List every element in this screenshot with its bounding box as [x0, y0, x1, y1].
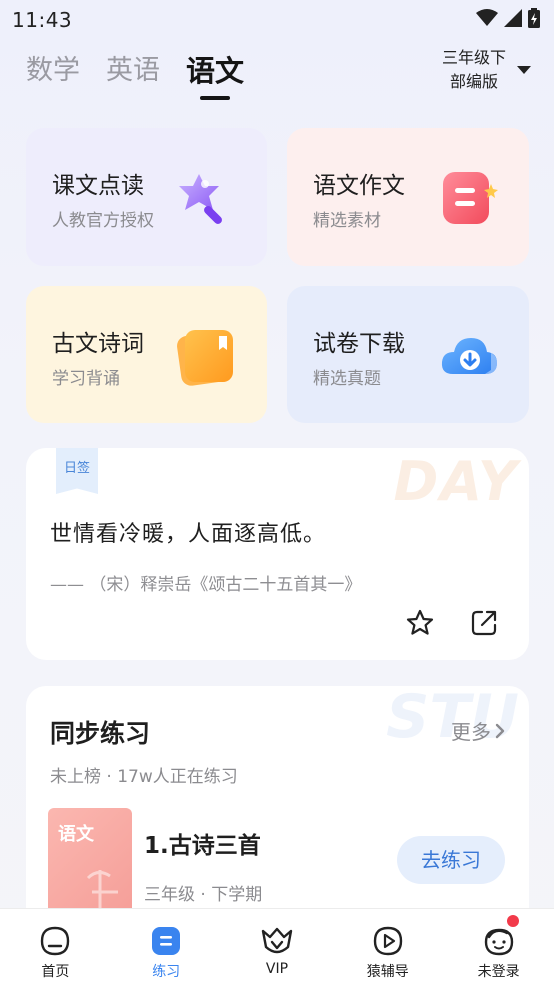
star-icon[interactable]	[405, 608, 435, 638]
status-bar: 11:43	[0, 0, 554, 40]
nav-practice[interactable]: 练习	[111, 909, 222, 984]
dropdown-caret-icon	[517, 66, 531, 74]
card-title: 古文诗词	[52, 331, 144, 357]
book-decoration-icon	[86, 870, 118, 916]
start-practice-button[interactable]: 去练习	[397, 836, 505, 884]
battery-icon	[528, 8, 540, 28]
book-cover[interactable]: 语文	[48, 808, 132, 918]
nav-profile[interactable]: 未登录	[443, 909, 554, 984]
card-composition[interactable]: 语文作文 精选素材	[287, 128, 529, 266]
magic-wand-icon	[179, 174, 222, 224]
card-classical-poetry[interactable]: 古文诗词 学习背诵	[26, 286, 267, 423]
grade-label: 三年级下 部编版	[442, 46, 506, 94]
nav-label: VIP	[265, 961, 289, 977]
watermark-day: DAY	[393, 450, 519, 513]
notification-badge	[507, 915, 520, 927]
play-icon	[373, 926, 402, 956]
signal-icon	[504, 9, 522, 27]
card-exam-download[interactable]: 试卷下载 精选真题	[287, 286, 529, 423]
card-title: 语文作文	[313, 173, 405, 199]
chevron-right-icon	[495, 723, 505, 738]
more-label: 更多	[451, 720, 491, 744]
more-link[interactable]: 更多	[451, 716, 505, 745]
home-icon	[41, 926, 70, 956]
section-title: 同步练习	[50, 719, 151, 748]
practice-icon	[152, 927, 181, 955]
vip-icon	[261, 927, 293, 954]
nav-tutoring[interactable]: 猿辅导	[332, 909, 443, 984]
card-subtitle: 精选素材	[313, 211, 381, 231]
sync-practice-card: STU 同步练习 更多 未上榜 · 17w人正在练习 语文 1.古诗三首 三年级…	[26, 686, 529, 946]
nav-label: 首页	[41, 964, 70, 980]
book-icon	[177, 330, 233, 386]
practice-stats: 未上榜 · 17w人正在练习	[50, 767, 238, 787]
edition-line: 部编版	[449, 72, 498, 91]
share-icon[interactable]	[469, 608, 499, 638]
quote-actions	[405, 608, 499, 638]
status-time: 11:43	[12, 8, 73, 32]
subject-tabs: 数学 英语 语文	[26, 54, 244, 100]
cloud-download-icon	[441, 338, 497, 374]
lesson-title[interactable]: 1.古诗三首	[144, 826, 261, 860]
bottom-nav: 首页 练习 VIP 猿辅导 未登录	[0, 908, 554, 984]
card-text-reading[interactable]: 课文点读 人教官方授权	[26, 128, 267, 266]
essay-icon	[443, 172, 498, 224]
card-title: 试卷下载	[313, 331, 405, 357]
daily-quote-card: DAY 日签 世情看冷暖，人面逐高低。 —— （宋）释崇岳《颂古二十五首其一》	[26, 448, 529, 660]
quote-source: —— （宋）释崇岳《颂古二十五首其一》	[50, 575, 362, 595]
wifi-icon	[476, 9, 498, 26]
daily-tag: 日签	[56, 448, 98, 494]
status-icons	[476, 8, 540, 28]
card-subtitle: 精选真题	[313, 369, 381, 389]
nav-label: 未登录	[477, 964, 520, 980]
lesson-meta: 三年级 · 下学期	[144, 885, 263, 905]
grade-selector[interactable]: 三年级下 部编版	[442, 46, 532, 94]
nav-label: 猿辅导	[366, 964, 409, 980]
quote-text: 世情看冷暖，人面逐高低。	[50, 522, 327, 547]
card-subtitle: 人教官方授权	[52, 211, 154, 231]
card-subtitle: 学习背诵	[52, 369, 120, 389]
nav-vip[interactable]: VIP	[222, 909, 333, 984]
tab-math[interactable]: 数学	[26, 54, 80, 88]
tab-english[interactable]: 英语	[106, 54, 160, 88]
card-title: 课文点读	[52, 173, 144, 199]
tab-chinese[interactable]: 语文	[186, 54, 244, 100]
avatar-icon	[484, 928, 513, 956]
grade-line: 三年级下	[441, 48, 506, 67]
nav-label: 练习	[152, 964, 181, 980]
nav-home[interactable]: 首页	[0, 909, 111, 984]
